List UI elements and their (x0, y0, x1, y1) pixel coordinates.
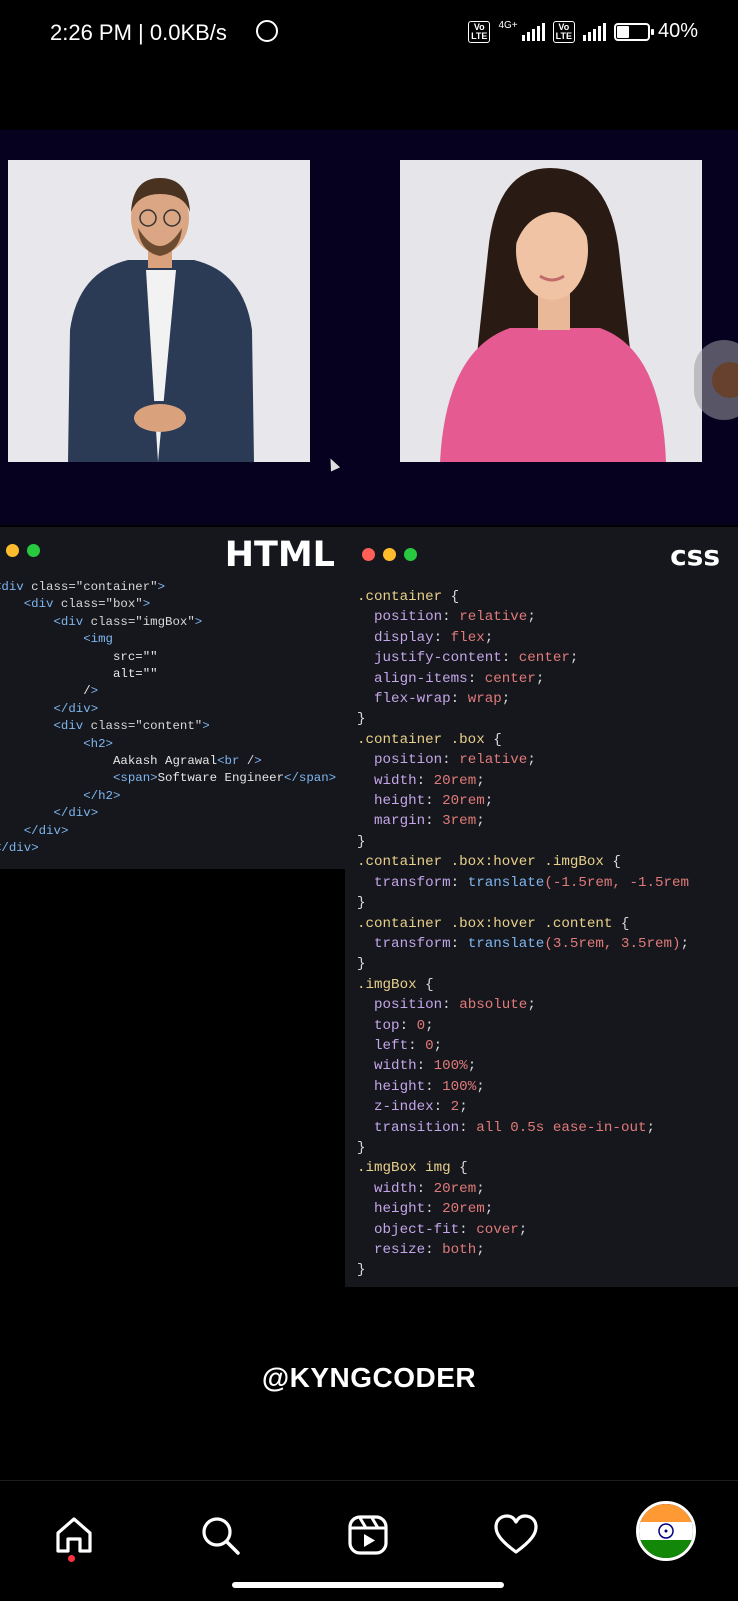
css-code-line: } (357, 833, 366, 850)
widget-icon (712, 362, 738, 398)
reels-icon[interactable] (342, 1509, 394, 1561)
status-time: 2:26 PM | 0.0KB/s (50, 20, 227, 45)
status-bar: 2:26 PM | 0.0KB/s Vo LTE 4G+ Vo LTE 40% (0, 0, 738, 70)
html-code-line: /> (0, 684, 99, 699)
html-code-line: </div> (53, 806, 99, 821)
html-code-line: </div> (23, 823, 69, 838)
html-code-line: alt="" (0, 667, 158, 682)
notification-dot (68, 1555, 75, 1562)
volte-icon-2: Vo LTE (552, 20, 575, 43)
css-code-line: justify-content: center; (374, 650, 579, 667)
css-code-line: top: 0; (374, 1017, 434, 1034)
home-indicator[interactable] (232, 1582, 504, 1588)
html-code-line: <span>Software Engineer</span> (112, 771, 337, 786)
css-code-line: .container .box:hover .content { (357, 915, 630, 932)
css-code-line: resize: both; (374, 1242, 485, 1258)
search-icon[interactable] (194, 1509, 246, 1561)
css-code-block: .container { position: relative; display… (357, 587, 689, 1281)
css-code-line: z-index: 2; (374, 1099, 468, 1116)
css-code-line: height: 20rem; (374, 1201, 494, 1218)
signal-icon (521, 22, 545, 41)
html-code-line: </div> (0, 841, 39, 856)
man-photo (8, 160, 310, 462)
battery-icon (613, 22, 654, 41)
css-code-line: } (357, 711, 366, 728)
css-code-line: flex-wrap: wrap; (374, 691, 511, 708)
css-code-line: margin: 3rem; (374, 813, 485, 830)
html-code-line: <h2> (83, 736, 113, 751)
yellow-dot-icon (6, 544, 19, 557)
html-code-line: </h2> (83, 788, 121, 803)
html-panel-title: HTML (224, 535, 335, 575)
css-panel-title: css (670, 539, 720, 572)
css-code-line: .imgBox img { (357, 1160, 468, 1177)
html-code-line: <div class="container"> (0, 580, 166, 594)
watermark-handle: @KYNGCODER (261, 1362, 477, 1393)
html-code-block: <div class="container"> <div class="box"… (0, 579, 336, 858)
css-code-line: transition: all 0.5s ease-in-out; (374, 1119, 655, 1136)
woman-photo (400, 160, 702, 462)
alarm-icon (256, 20, 278, 42)
css-code-line: } (357, 895, 366, 912)
home-icon[interactable] (48, 1509, 100, 1561)
css-code-panel: css .container { position: relative; dis… (345, 527, 738, 1287)
green-dot-icon (404, 548, 417, 561)
css-code-line: align-items: center; (374, 670, 545, 687)
volte-icon: Vo LTE (468, 20, 491, 43)
network-type: 4G+ (498, 19, 518, 31)
css-code-line: height: 20rem; (374, 793, 494, 810)
battery-percent: 40% (657, 20, 698, 42)
css-code-line: } (357, 956, 366, 973)
css-code-line: position: absolute; (374, 997, 536, 1014)
css-code-line: } (357, 1139, 366, 1156)
video-demo-area[interactable] (0, 130, 738, 525)
css-code-line: .container { (357, 589, 460, 605)
html-code-line: Aakash Agrawal<br /> (0, 754, 262, 769)
yellow-dot-icon (383, 548, 396, 561)
css-code-line: height: 100%; (374, 1078, 485, 1095)
css-code-line: .container .box:hover .imgBox { (357, 854, 621, 871)
css-code-line: } (357, 1262, 366, 1279)
html-code-line: <div class="imgBox"> (53, 614, 203, 629)
css-code-line: position: relative; (374, 609, 536, 626)
css-code-line: position: relative; (374, 752, 536, 769)
css-code-line: transform: translate(-1.5rem, -1.5rem (374, 874, 690, 891)
css-code-line: width: 20rem; (374, 772, 485, 789)
window-dots (6, 544, 40, 557)
signal-icon-2 (582, 22, 606, 41)
status-right: Vo LTE 4G+ Vo LTE 40% (468, 20, 698, 43)
css-code-line: width: 20rem; (374, 1180, 485, 1197)
css-code-line: display: flex; (374, 629, 494, 646)
html-code-line: <img (83, 632, 113, 647)
floating-widget[interactable] (694, 340, 738, 420)
css-code-line: left: 0; (374, 1037, 443, 1054)
css-code-line: .imgBox { (357, 976, 434, 993)
css-code-line: transform: translate(3.5rem, 3.5rem); (374, 935, 690, 952)
html-code-line: <div class="content"> (53, 719, 210, 734)
css-code-line: object-fit: cover; (374, 1221, 528, 1238)
window-dots-css (362, 548, 417, 561)
html-code-line: <div class="box"> (23, 597, 151, 612)
css-code-line: .container .box { (357, 731, 502, 748)
html-code-panel: HTML <div class="container"> <div class=… (0, 527, 345, 869)
html-code-line: src="" (0, 649, 158, 664)
html-code-line: </div> (53, 701, 99, 716)
heart-icon[interactable] (490, 1509, 542, 1561)
green-dot-icon (27, 544, 40, 557)
css-code-line: width: 100%; (374, 1058, 477, 1075)
red-dot-icon (362, 548, 375, 561)
profile-avatar[interactable] (636, 1501, 696, 1561)
